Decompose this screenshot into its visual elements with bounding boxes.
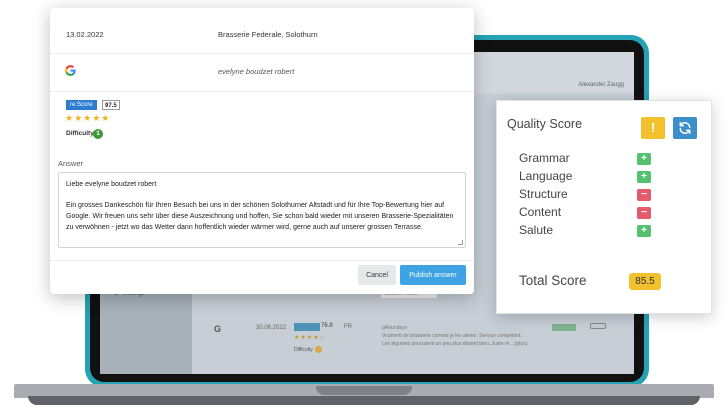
- refresh-button[interactable]: [673, 117, 697, 139]
- minus-indicator: −: [637, 207, 651, 219]
- quality-item-structure: Structure: [519, 187, 568, 201]
- review-answer-modal: 13.02.2022 Brasserie Federale, Solothurn…: [50, 8, 474, 294]
- rescore-badge: [294, 323, 320, 331]
- difficulty-badge: 1: [93, 129, 103, 139]
- review-line: Les légumes pourraient un peu plus étaie…: [382, 341, 528, 347]
- difficulty: Difficulty: [294, 346, 322, 353]
- difficulty-label: Difficulty: [294, 346, 313, 353]
- google-icon: G: [214, 324, 222, 334]
- review-line: Vraiment de brasserie comme je les aimes…: [382, 333, 522, 339]
- quality-score-card: Quality Score ! Grammar + Language + Str…: [496, 100, 712, 314]
- google-icon: [65, 65, 76, 76]
- reviewer-name: evelyne boudzet robert: [218, 67, 295, 76]
- laptop-notch: [316, 386, 412, 395]
- plus-indicator: +: [637, 153, 651, 165]
- refresh-icon: [679, 121, 691, 135]
- cancel-button[interactable]: Cancel: [358, 265, 396, 285]
- rescore-value: 97.5: [102, 100, 120, 110]
- difficulty-label: Difficulty: [66, 130, 94, 137]
- review-author: gRoundsys: [382, 325, 408, 331]
- quality-item-salute: Salute: [519, 223, 554, 237]
- plus-indicator: +: [637, 171, 651, 183]
- status-badge: [552, 324, 576, 331]
- answer-greeting: Liebe evelyne boudzet robert: [66, 181, 157, 188]
- minus-indicator: −: [637, 189, 651, 201]
- user-menu[interactable]: Alexander Zaugg: [578, 82, 624, 88]
- rescore-value: 76.8: [321, 323, 333, 329]
- language-code: FR: [344, 324, 352, 330]
- laptop-base-bottom: [28, 396, 700, 405]
- review-text: gRoundsys Vraiment de brasserie comme je…: [382, 324, 552, 348]
- answer-textarea[interactable]: Liebe evelyne boudzet robert Ein grosses…: [58, 172, 466, 248]
- plus-indicator: +: [637, 225, 651, 237]
- rating-stars: ★★★★★: [65, 113, 111, 123]
- modal-footer-divider: [50, 260, 474, 261]
- rescore-label: re:Score: [66, 100, 97, 110]
- rating-stars: ★★★★☆: [294, 335, 326, 341]
- row-date: 30.06.2022: [256, 325, 287, 331]
- answer-label: Answer: [58, 159, 84, 168]
- resize-handle[interactable]: [458, 240, 463, 245]
- quality-item-language: Language: [519, 169, 573, 183]
- venue-name: Brasserie Federale, Solothurn: [218, 30, 318, 39]
- quality-item-content: Content: [519, 205, 562, 219]
- comment-icon[interactable]: [590, 323, 606, 329]
- warning-button[interactable]: !: [641, 117, 665, 139]
- publish-answer-button[interactable]: Publish answer: [400, 265, 466, 285]
- table-row[interactable]: G 30.06.2022 76.8 ★★★★☆ Difficulty FR gR…: [200, 314, 620, 358]
- total-score-label: Total Score: [519, 273, 587, 288]
- review-date: 13.02.2022: [66, 30, 104, 39]
- quality-item-grammar: Grammar: [519, 151, 570, 165]
- total-score-value: 85.5: [629, 273, 661, 290]
- answer-body: Ein grosses Dankeschön für Ihren Besuch …: [66, 202, 454, 231]
- difficulty-indicator: [314, 346, 322, 353]
- quality-score-title: Quality Score: [507, 117, 583, 131]
